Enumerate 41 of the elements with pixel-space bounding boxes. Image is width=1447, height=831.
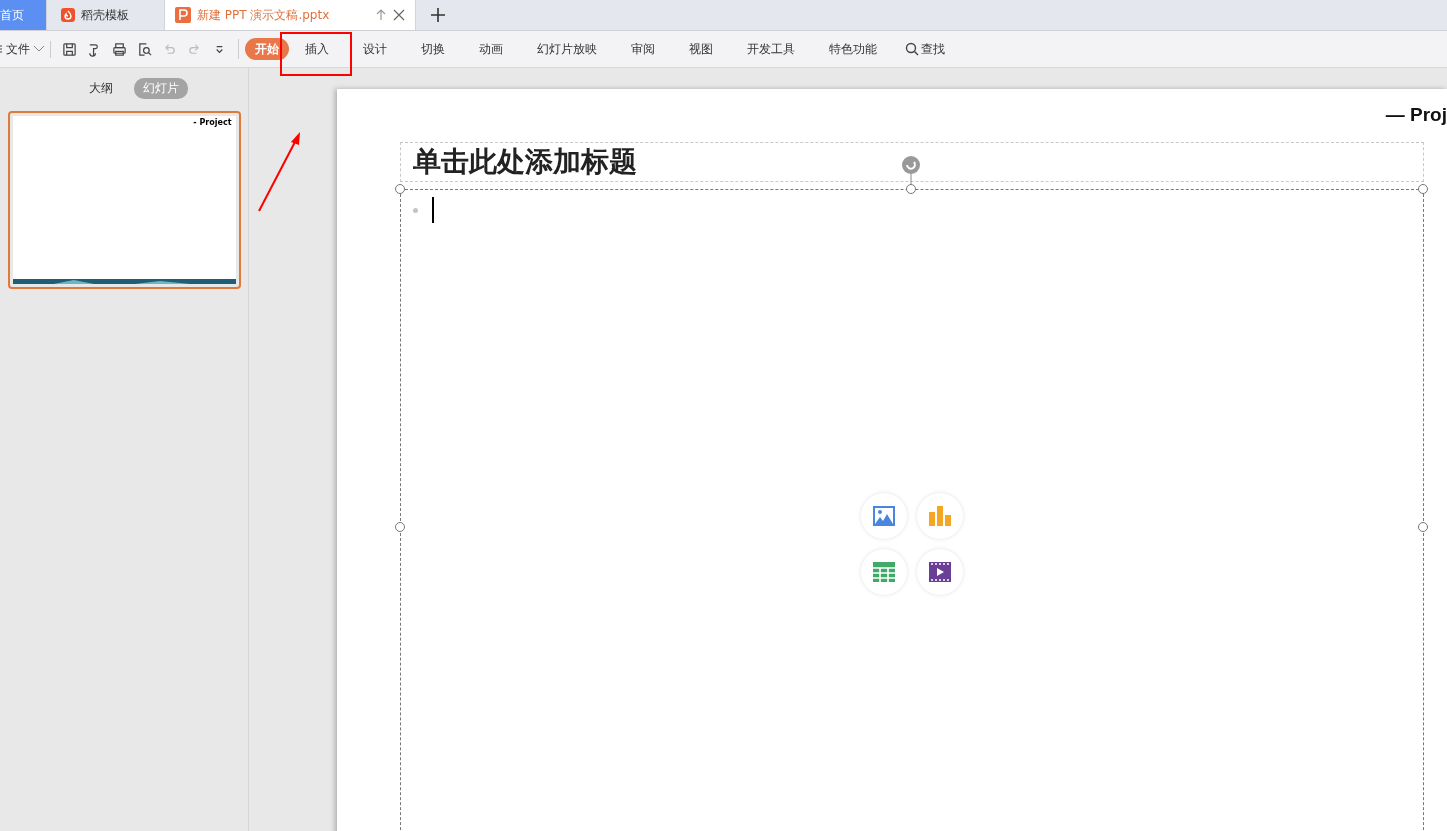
rotate-handle[interactable] — [901, 155, 921, 184]
chevron-down-icon[interactable] — [34, 46, 44, 52]
ribbon-tab[interactable]: 幻灯片放映 — [527, 38, 607, 60]
resize-handle[interactable] — [395, 184, 405, 194]
resize-handle[interactable] — [1418, 522, 1428, 532]
insert-button[interactable] — [861, 492, 907, 539]
ribbon-tab[interactable]: 切换 — [411, 38, 455, 60]
ribbon-tab[interactable]: 视图 — [679, 38, 723, 60]
insert-button[interactable] — [917, 548, 963, 595]
ribbon-tab[interactable]: 特色功能 — [819, 38, 887, 60]
ribbon-tab[interactable]: 审阅 — [621, 38, 665, 60]
print-preview-icon[interactable] — [137, 41, 152, 57]
ribbon-tab[interactable]: 开发工具 — [737, 38, 805, 60]
video-icon — [929, 561, 951, 582]
print-icon[interactable] — [112, 41, 127, 57]
resize-handle[interactable] — [395, 522, 405, 532]
view-toggle[interactable]: 大纲 — [80, 78, 122, 99]
new-tab-icon[interactable] — [431, 8, 445, 22]
text-cursor — [432, 197, 434, 223]
flame-icon — [61, 8, 75, 22]
close-icon[interactable] — [393, 9, 405, 21]
resize-handle[interactable] — [906, 184, 916, 194]
search-icon[interactable] — [905, 42, 919, 56]
picture-icon — [873, 505, 895, 526]
file-menu-label[interactable]: 文件 — [6, 40, 30, 58]
save-icon[interactable] — [62, 41, 77, 57]
ribbon-tab[interactable]: 设计 — [353, 38, 397, 60]
resize-handle[interactable] — [1418, 184, 1428, 194]
slide-header-text: — Proj — [1385, 104, 1447, 126]
find-label[interactable]: 查找 — [921, 40, 945, 58]
presentation-file-icon — [175, 7, 191, 23]
slide-thumbnail[interactable]: - Project — [7, 111, 241, 289]
bullet-dot — [413, 207, 418, 213]
table-icon — [873, 561, 895, 582]
thumbnail-caption: - Project — [192, 117, 233, 129]
bar-chart-icon — [929, 505, 951, 526]
find-button[interactable]: 查找 — [905, 40, 945, 58]
file-menu[interactable]: 文件 — [0, 40, 51, 58]
ribbon-tab[interactable]: 插入 — [295, 38, 339, 60]
highlight-frame — [280, 32, 352, 76]
ribbon-tab[interactable]: 动画 — [469, 38, 513, 60]
